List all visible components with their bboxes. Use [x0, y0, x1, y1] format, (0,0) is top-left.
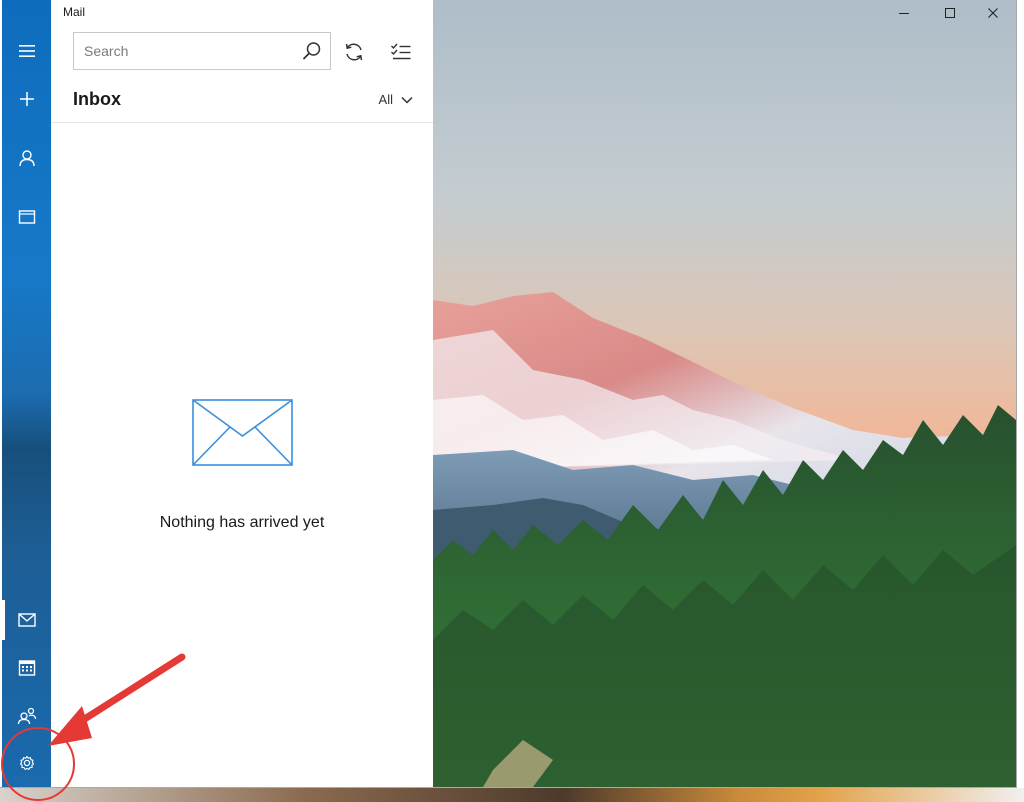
calendar-icon — [18, 660, 35, 676]
search-box[interactable] — [73, 32, 331, 70]
hamburger-button[interactable] — [2, 30, 51, 72]
search-button[interactable] — [294, 33, 330, 69]
folder-title: Inbox — [73, 89, 121, 109]
mail-icon — [17, 613, 36, 627]
folder-icon — [18, 210, 35, 224]
compose-icon — [19, 92, 34, 106]
mail-list-pane: Mail Search Inbox All Nothing has arrive… — [51, 0, 433, 787]
search-icon — [303, 42, 321, 60]
hamburger-icon — [18, 45, 35, 57]
folders-button[interactable] — [2, 196, 51, 238]
minimize-button[interactable] — [881, 0, 927, 26]
account-icon — [18, 150, 35, 167]
empty-state-message: Nothing has arrived yet — [159, 514, 325, 531]
desktop-background-strip — [0, 788, 1024, 802]
filter-dropdown[interactable]: All — [379, 92, 413, 107]
minimize-icon — [899, 13, 909, 14]
close-icon — [988, 8, 998, 18]
chevron-down-icon — [401, 96, 413, 104]
select-mode-icon — [391, 43, 411, 60]
envelope-icon — [192, 399, 294, 472]
people-button[interactable] — [2, 695, 51, 737]
search-input[interactable] — [74, 34, 294, 68]
reading-pane-background — [433, 0, 1016, 787]
people-icon — [17, 707, 36, 725]
sync-icon — [345, 43, 363, 61]
sync-button[interactable] — [338, 36, 370, 68]
filter-label: All — [378, 92, 393, 107]
nav-rail — [2, 0, 51, 787]
maximize-button[interactable] — [927, 0, 973, 26]
calendar-button[interactable] — [2, 647, 51, 689]
maximize-icon — [945, 8, 955, 18]
close-button[interactable] — [970, 0, 1016, 26]
settings-icon — [19, 755, 34, 770]
select-mode-button[interactable] — [385, 36, 417, 68]
header-divider — [51, 122, 433, 123]
mail-button[interactable] — [2, 599, 51, 641]
settings-button[interactable] — [2, 742, 51, 784]
mountain-landscape-image — [433, 0, 1016, 787]
new-mail-button[interactable] — [2, 78, 51, 120]
app-title: Mail — [63, 5, 86, 19]
mail-window: Mail Search Inbox All Nothing has arrive… — [0, 0, 1017, 788]
accounts-button[interactable] — [2, 137, 51, 179]
